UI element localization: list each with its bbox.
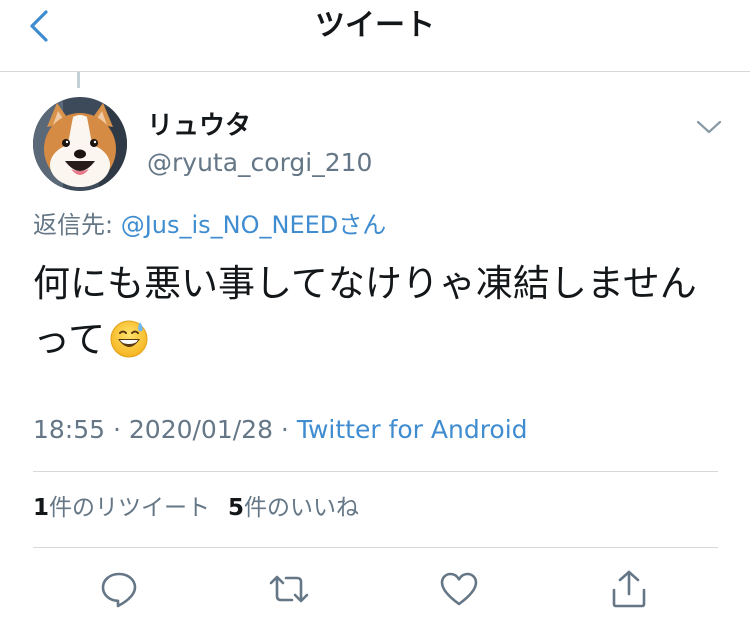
retweet-icon[interactable] bbox=[268, 568, 310, 610]
tweet-source-link[interactable]: Twitter for Android bbox=[297, 415, 528, 444]
divider bbox=[33, 547, 718, 548]
retweets-stat[interactable]: 1件のリツイート bbox=[33, 495, 210, 521]
chevron-down-icon[interactable] bbox=[694, 114, 724, 140]
tweet-date: 2020/01/28 bbox=[128, 415, 273, 444]
like-count: 5 bbox=[228, 495, 245, 521]
meta-separator: · bbox=[272, 415, 297, 444]
display-name[interactable]: リュウタ bbox=[147, 110, 251, 142]
tweet-time: 18:55 bbox=[33, 415, 106, 444]
tweet-metadata: 18:55 · 2020/01/28 · Twitter for Android bbox=[33, 414, 528, 446]
page-title: ツイート bbox=[315, 8, 435, 43]
reply-mention-link[interactable]: @Jus_is_NO_NEEDさん bbox=[121, 211, 387, 239]
likes-stat[interactable]: 5件のいいね bbox=[228, 495, 359, 521]
reply-to-line: 返信先: @Jus_is_NO_NEEDさん bbox=[33, 210, 386, 240]
reply-to-label: 返信先: bbox=[33, 211, 121, 239]
avatar[interactable] bbox=[33, 97, 127, 191]
grinning-face-with-sweat-icon bbox=[109, 318, 149, 358]
retweet-count: 1 bbox=[33, 495, 50, 521]
reply-mention-handle: @Jus_is_NO_NEED bbox=[120, 211, 339, 239]
reply-icon[interactable] bbox=[98, 568, 140, 610]
meta-separator: · bbox=[105, 415, 129, 444]
user-handle[interactable]: @ryuta_corgi_210 bbox=[147, 148, 372, 178]
share-icon[interactable] bbox=[608, 568, 650, 610]
engagement-stats: 1件のリツイート 5件のいいね bbox=[33, 493, 359, 523]
like-label: 件のいいね bbox=[244, 495, 360, 521]
divider bbox=[33, 471, 718, 472]
thread-connector-line bbox=[77, 72, 80, 88]
retweet-label: 件のリツイート bbox=[49, 495, 211, 521]
reply-mention-honorific: さん bbox=[338, 211, 387, 239]
top-nav-bar: ツイート bbox=[0, 0, 750, 72]
tweet-body: 何にも悪い事してなけりゃ凍結しませんって bbox=[33, 256, 723, 368]
like-icon[interactable] bbox=[438, 568, 480, 610]
